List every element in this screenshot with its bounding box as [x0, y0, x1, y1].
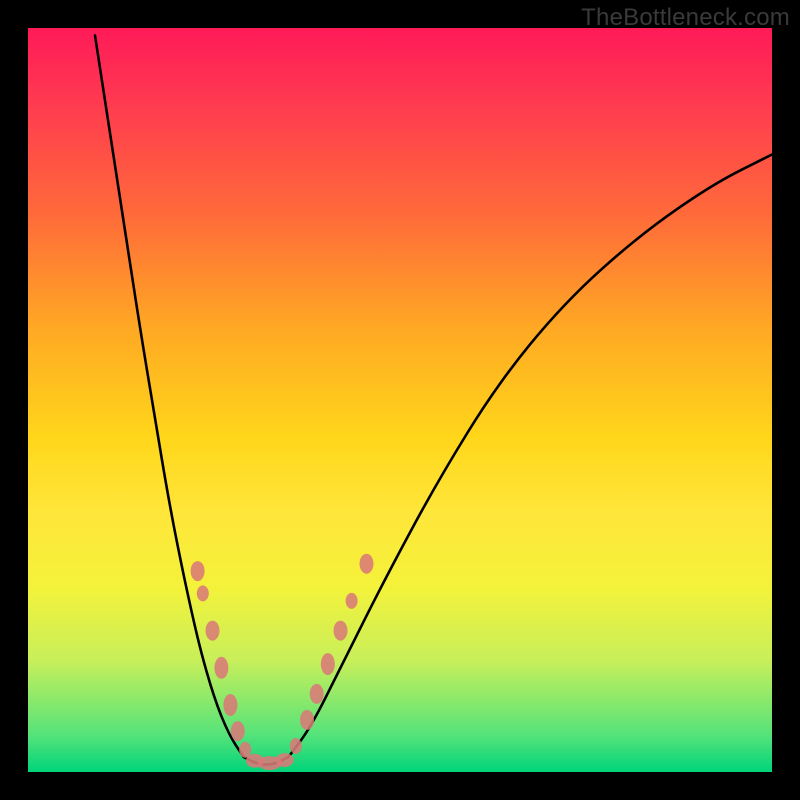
marker-group — [191, 554, 374, 770]
marker-dot — [197, 585, 209, 601]
bottleneck-curve — [95, 35, 772, 764]
marker-dot — [290, 738, 302, 754]
marker-dot — [346, 593, 358, 609]
marker-dot — [191, 561, 205, 581]
marker-dot — [223, 694, 237, 716]
marker-dot — [276, 753, 294, 767]
curve-path-group — [95, 35, 772, 764]
marker-dot — [231, 721, 245, 741]
outer-frame: TheBottleneck.com — [0, 0, 800, 800]
marker-dot — [214, 657, 228, 679]
marker-dot — [334, 621, 348, 641]
marker-dot — [300, 710, 314, 730]
watermark-label: TheBottleneck.com — [581, 4, 790, 32]
marker-dot — [206, 621, 220, 641]
marker-dot — [321, 653, 335, 675]
marker-dot — [310, 684, 324, 704]
marker-dot — [360, 554, 374, 574]
chart-svg — [28, 28, 772, 772]
